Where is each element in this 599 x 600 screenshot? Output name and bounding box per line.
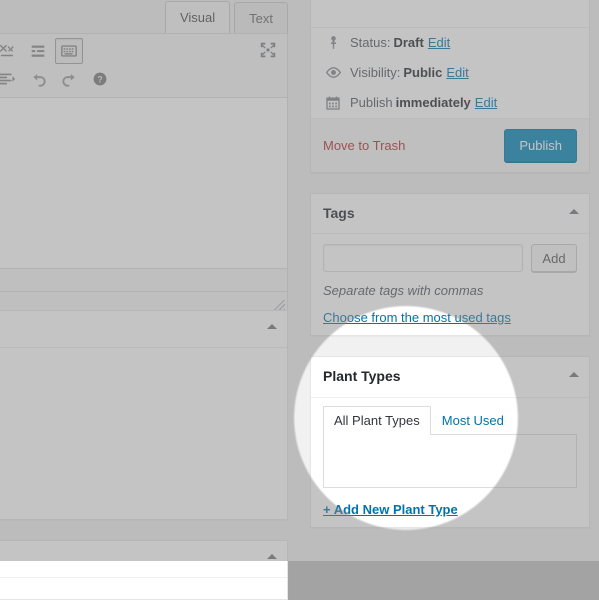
tab-visual[interactable]: Visual <box>164 1 231 34</box>
edit-visibility-link[interactable]: Edit <box>446 65 468 80</box>
lower-metabox-2 <box>0 540 288 600</box>
plant-types-metabox-header: Plant Types <box>311 357 589 398</box>
editor-toolbar: ? <box>0 34 287 98</box>
add-new-plant-type-link[interactable]: + Add New Plant Type <box>323 502 458 517</box>
plant-types-metabox: Plant Types All Plant Types Most Used + … <box>310 356 590 528</box>
add-tag-button[interactable]: Add <box>531 244 577 273</box>
publish-schedule-row: Publish immediately Edit <box>311 88 589 118</box>
tab-text[interactable]: Text <box>234 2 288 34</box>
post-status-value: Draft <box>393 34 424 50</box>
lower-metabox-2-header <box>0 541 287 578</box>
publish-metabox: Status: Draft Edit Visibility: Public Ed… <box>310 0 590 173</box>
chevron-up-icon[interactable] <box>569 372 579 378</box>
undo-icon[interactable] <box>24 66 52 92</box>
redo-icon[interactable] <box>55 66 83 92</box>
move-to-trash-link[interactable]: Move to Trash <box>323 138 405 153</box>
tab-all-plant-types[interactable]: All Plant Types <box>323 405 431 435</box>
new-tag-input[interactable] <box>323 244 523 273</box>
tags-metabox-header: Tags <box>311 194 589 235</box>
toolbar-row-2: ? <box>0 65 285 93</box>
visibility-value: Public <box>403 64 443 80</box>
tags-hint: Separate tags with commas <box>323 283 484 299</box>
outdent-icon[interactable] <box>0 66 21 92</box>
svg-text:?: ? <box>97 75 102 85</box>
publish-metabox-header <box>311 0 589 28</box>
visibility-eye-icon <box>323 64 343 81</box>
keyboard-shortcuts-icon[interactable] <box>55 38 83 64</box>
toolbar-row-1 <box>0 37 285 65</box>
chevron-up-icon[interactable] <box>267 324 277 329</box>
horizontal-line-icon[interactable] <box>24 38 52 64</box>
content-editor: ? <box>0 33 288 315</box>
help-icon[interactable]: ? <box>86 66 114 92</box>
plant-types-checklist[interactable] <box>323 434 577 488</box>
chevron-up-icon[interactable] <box>267 554 277 559</box>
visibility-label: Visibility: <box>350 64 401 80</box>
distraction-free-icon[interactable] <box>254 37 282 63</box>
tags-metabox-body: Add Separate tags with commas Choose fro… <box>311 234 589 335</box>
remove-formatting-icon[interactable] <box>0 38 21 64</box>
visibility-row: Visibility: Public Edit <box>311 57 589 88</box>
editor-mode-tabs: Visual Text <box>161 0 288 34</box>
lower-metabox-1-header <box>0 311 287 348</box>
editor-content-area[interactable] <box>0 98 287 268</box>
post-status-row: Status: Draft Edit <box>311 28 589 57</box>
publish-schedule-label: Publish <box>350 95 393 111</box>
calendar-icon <box>323 95 343 111</box>
lower-metabox-1 <box>0 310 288 520</box>
editor-status-bar <box>0 268 287 291</box>
plant-types-metabox-title: Plant Types <box>323 368 401 385</box>
tags-metabox: Tags Add Separate tags with commas Choos… <box>310 192 590 337</box>
edit-schedule-link[interactable]: Edit <box>475 95 497 110</box>
publish-actions: Move to Trash Publish <box>311 117 589 172</box>
post-status-label: Status: <box>350 34 391 50</box>
wordpress-post-editor-screen: Visual Text ? Status: Draft Edit Visibil… <box>0 0 599 600</box>
sidebar-column: Status: Draft Edit Visibility: Public Ed… <box>310 0 590 548</box>
plant-types-metabox-body: All Plant Types Most Used + Add New Plan… <box>311 398 589 527</box>
publish-schedule-value: immediately <box>395 95 471 111</box>
plant-types-tabs: All Plant Types Most Used <box>323 405 577 435</box>
publish-button[interactable]: Publish <box>504 128 577 162</box>
tab-most-used[interactable]: Most Used <box>431 406 515 434</box>
choose-most-used-tags-link[interactable]: Choose from the most used tags <box>323 310 511 325</box>
chevron-up-icon[interactable] <box>569 208 579 214</box>
tag-entry-row: Add <box>323 244 577 273</box>
publish-metabox-title <box>323 0 327 14</box>
tags-metabox-title: Tags <box>323 204 355 221</box>
post-status-icon <box>323 35 343 50</box>
edit-status-link[interactable]: Edit <box>428 35 450 50</box>
